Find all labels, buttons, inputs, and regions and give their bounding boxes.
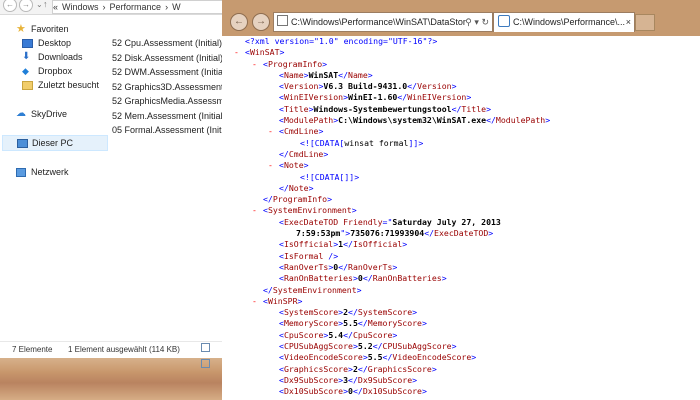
browser-toolbar: ← → C:\Windows\Performance\WinSAT\DataSt… [222,0,700,36]
nav-item-dieser-pc[interactable]: Dieser PC [2,135,108,151]
ie-tab-icon [498,15,510,27]
history-dropdown-icon[interactable]: ⌄ [36,0,43,9]
xml-cpuscore-value: 5.4 [328,329,344,340]
address-text: C:\Windows\Performance\WinSAT\DataStor [291,17,466,27]
list-item[interactable]: 52 Mem.Assessment (Initial).W [112,109,222,124]
list-item[interactable]: 52 GraphicsMedia.Assessment [112,94,222,109]
collapse-toggle[interactable]: - [252,296,257,307]
xml-declaration: <?xml version="1.0" encoding="UTF-16"?> [245,36,438,46]
up-button[interactable]: ↑ [43,0,48,9]
new-tab-button[interactable] [635,14,655,31]
network-icon [16,168,26,177]
explorer-toolbar: ← → ⌄ ↑ «Windows › Performance › W [0,0,224,15]
breadcrumb-windows[interactable]: Windows [62,2,99,12]
dropdown-icon[interactable]: ▾ [474,17,479,27]
xml-execdate-value: 735076:71993904 [350,228,425,239]
explorer-address-bar[interactable]: «Windows › Performance › W [52,0,224,14]
nav-item-label: Dropbox [38,66,73,76]
dropbox-icon: ◆ [22,66,29,76]
browser-address-bar[interactable]: C:\Windows\Performance\WinSAT\DataStor ⚲… [273,12,493,32]
nav-item-label: Netzwerk [31,167,69,177]
downloads-icon: ⬇ [22,51,31,62]
xml-name-value: WinSAT [308,69,339,80]
explorer-status-bar: 7 Elemente 1 Element ausgewählt (114 KB) [0,341,222,368]
breadcrumb-winsat[interactable]: W [172,2,181,12]
breadcrumb-sep: › [102,2,106,12]
list-item[interactable]: 52 Cpu.Assessment (Initial).W [112,36,222,51]
xml-modulepath-value: C:\Windows\system32\WinSAT.exe [338,115,487,126]
xml-version-value: V6.3 Build-9431.0 [323,81,408,92]
collapse-toggle[interactable]: - [252,205,257,216]
refresh-icon[interactable]: ↻ [481,17,489,27]
desktop-background [0,357,222,400]
details-view-icon[interactable] [201,343,210,352]
file-explorer-window: ← → ⌄ ↑ «Windows › Performance › W ★ Favorit… [0,0,224,368]
page-icon [277,15,288,26]
collapse-toggle[interactable]: - [268,126,273,137]
xml-execdate-friendly: Saturday July 27, 2013 [392,216,501,227]
forward-button[interactable]: → [19,0,33,12]
list-item[interactable]: 05 Formal.Assessment (Initial).W [112,123,222,138]
xml-title-value: Windows-Systembewertungstool [313,103,452,114]
status-item-count: 7 Elemente [12,345,53,354]
star-icon: ★ [16,23,26,35]
address-actions[interactable]: ⚲ ▾ ↻ [465,13,489,31]
xml-videoencodescore-value: 5.5 [367,352,383,363]
list-item[interactable]: 52 DWM.Assessment (Initial).W [112,65,222,80]
recent-icon [22,81,33,90]
status-selection: 1 Element ausgewählt (114 KB) [68,345,180,354]
nav-item-label: Dieser PC [32,138,74,148]
nav-item-label: Desktop [38,38,72,48]
xml-document-view: <?xml version="1.0" encoding="UTF-16"?> … [234,36,551,397]
xml-memoryscore-value: 5.5 [343,318,358,329]
close-tab-icon[interactable]: × [626,13,631,32]
list-item[interactable]: 52 Graphics3D.Assessment (Ini [112,80,222,95]
view-toggle[interactable] [200,342,218,368]
xml-wineiversion-value: WinEI-1.60 [348,92,398,103]
breadcrumb-sep: › [165,2,169,12]
browser-tab[interactable]: C:\Windows\Performance\... × [493,12,635,32]
breadcrumb-sep: « [53,2,59,12]
cloud-icon: ☁ [16,108,26,119]
browser-forward-button[interactable]: → [252,13,270,31]
nav-item-label: SkyDrive [31,109,68,119]
xml-cpusubaggscore-value: 5.2 [357,341,373,352]
navigation-pane: ★ Favoriten Desktop ⬇ Downloads ◆ Dropbo… [0,16,110,341]
nav-item-label: Zuletzt besucht [38,80,100,90]
tab-title: C:\Windows\Performance\... [513,17,626,27]
browser-window: ← → C:\Windows\Performance\WinSAT\DataSt… [222,0,700,400]
desktop-icon [22,39,33,48]
file-list: 52 Cpu.Assessment (Initial).W 52 Disk.As… [112,36,222,138]
search-icon[interactable]: ⚲ [465,17,472,27]
nav-item-label: Favoriten [31,24,69,34]
collapse-toggle[interactable]: - [234,47,239,58]
tiles-view-icon[interactable] [201,359,210,368]
computer-icon [17,139,28,148]
back-button[interactable]: ← [3,0,17,12]
browser-back-button[interactable]: ← [230,13,248,31]
collapse-toggle[interactable]: - [252,59,257,70]
breadcrumb-performance[interactable]: Performance [110,2,162,12]
xml-cmdline-value: winsat formal [344,137,409,148]
xml-execdate-friendly-time: 7:59:53pm [296,228,341,239]
list-item[interactable]: 52 Disk.Assessment (Initial).W [112,51,222,66]
collapse-toggle[interactable]: - [268,160,273,171]
nav-item-label: Downloads [38,52,83,62]
